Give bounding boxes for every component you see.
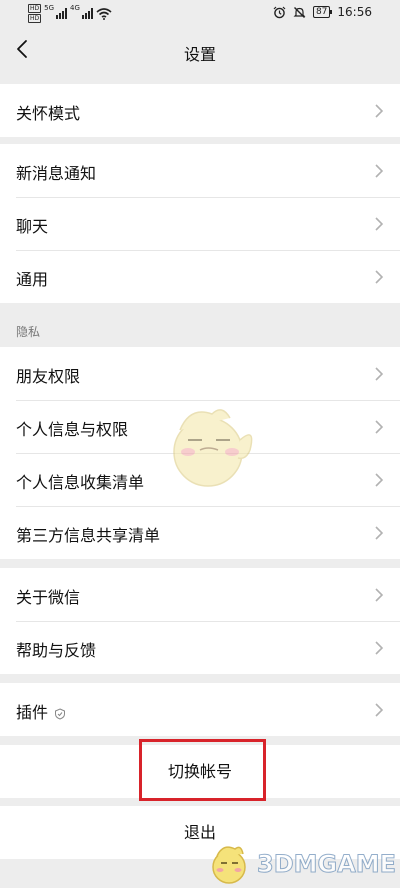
chevron-right-icon (375, 164, 384, 178)
chevron-right-icon (375, 473, 384, 487)
plugin-shield-icon (55, 707, 66, 720)
page-title: 设置 (183, 45, 216, 64)
row-label: 关怀模式 (16, 104, 81, 123)
row-general[interactable]: 通用 (0, 250, 400, 303)
status-left: HD HD 5G 4G (28, 4, 112, 23)
row-label: 个人信息与权限 (16, 420, 129, 439)
watermark-text: 3DMGAME (256, 850, 397, 879)
status-right: 87 16:56 (273, 5, 372, 19)
hd-badges: HD HD (28, 4, 42, 23)
row-about-wechat[interactable]: 关于微信 (0, 568, 400, 621)
row-chat[interactable]: 聊天 (0, 197, 400, 250)
row-help-feedback[interactable]: 帮助与反馈 (0, 621, 400, 674)
highlight-annotation-box (139, 739, 266, 801)
row-care-mode[interactable]: 关怀模式 (0, 84, 400, 137)
status-bar: HD HD 5G 4G 87 16:56 (0, 0, 400, 28)
row-label: 朋友权限 (16, 367, 81, 386)
clock-time: 16:56 (337, 5, 372, 19)
chevron-right-icon (375, 703, 384, 717)
chevron-right-icon (375, 526, 384, 540)
chevron-right-icon (375, 588, 384, 602)
hd-badge-2: HD (28, 14, 42, 23)
signal-icon (56, 8, 68, 19)
row-label: 帮助与反馈 (16, 641, 97, 660)
row-plugins[interactable]: 插件 (0, 683, 400, 736)
wifi-icon (96, 7, 112, 20)
group-plugins: 插件 (0, 683, 400, 736)
chevron-right-icon (375, 217, 384, 231)
chevron-right-icon (375, 420, 384, 434)
signal-icon-2 (81, 8, 93, 19)
chevron-right-icon (375, 367, 384, 381)
mascot-watermark-icon (173, 409, 253, 487)
network-type-2: 4G (70, 4, 80, 12)
group-general: 新消息通知 聊天 通用 (0, 144, 400, 303)
row-label: 聊天 (16, 217, 49, 236)
mute-bell-icon (293, 6, 306, 18)
row-third-party-sharing-list[interactable]: 第三方信息共享清单 (0, 506, 400, 559)
hd-badge-1: HD (28, 4, 42, 13)
group-about: 关于微信 帮助与反馈 (0, 568, 400, 674)
row-label: 关于微信 (16, 588, 81, 607)
chevron-right-icon (375, 270, 384, 284)
chevron-right-icon (375, 641, 384, 655)
nav-bar: 设置 (0, 28, 400, 74)
row-new-message-notification[interactable]: 新消息通知 (0, 144, 400, 197)
group-care: 关怀模式 (0, 84, 400, 137)
row-label: 新消息通知 (16, 164, 97, 183)
row-friend-permissions[interactable]: 朋友权限 (0, 347, 400, 400)
row-label: 第三方信息共享清单 (16, 526, 161, 545)
plugins-label: 插件 (16, 703, 49, 722)
row-label: 插件 (16, 699, 66, 723)
watermark-mascot-icon (212, 846, 246, 884)
row-label: 个人信息收集清单 (16, 473, 145, 492)
chevron-right-icon (375, 104, 384, 118)
row-label: 通用 (16, 270, 49, 289)
network-type-1: 5G (44, 4, 55, 12)
alarm-icon (273, 6, 286, 18)
section-label-privacy: 隐私 (16, 325, 41, 339)
battery-icon: 87 (312, 6, 333, 18)
watermark-logo: 3DMGAME (205, 840, 400, 888)
